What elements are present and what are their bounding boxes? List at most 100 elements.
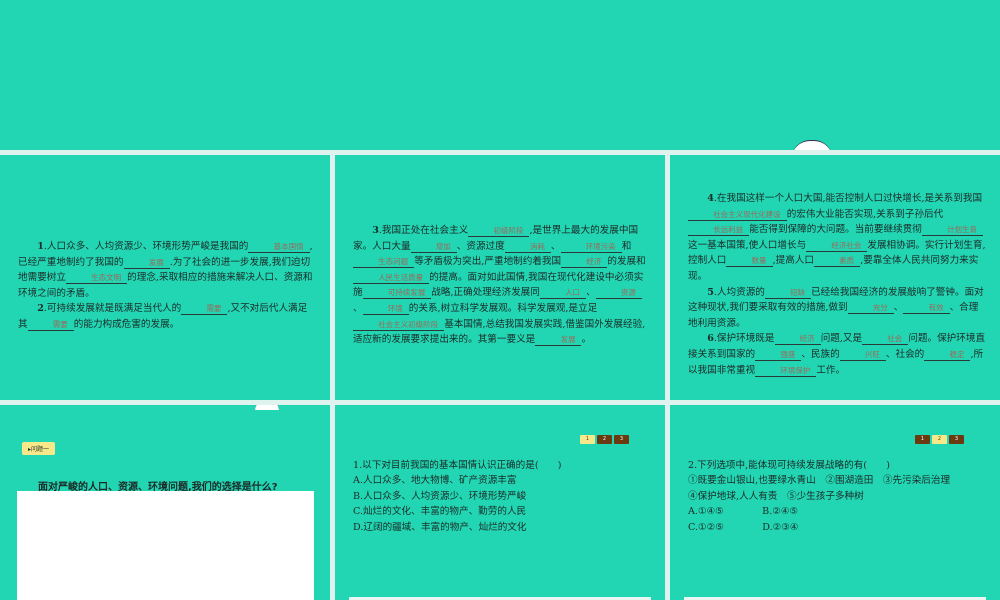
question-option: D.辽阔的疆域、丰富的物产、灿烂的文化 [353, 521, 527, 533]
page-button[interactable]: 2 [932, 435, 947, 444]
answer-blank: 强盛 [755, 349, 802, 361]
fill-blank-text: 1.人口众多、人均资源少、环境形势严峻是我国的 基本国情 ,已经严重地制约了我国的发… [18, 239, 316, 333]
text-segment: .在我国这样一个人口大国,能否控制人口过快增长,是关系到我国 [713, 193, 983, 204]
slide-thumbnail-1[interactable]: 1.人口众多、人均资源少、环境形势严峻是我国的 基本国情 ,已经严重地制约了我国的发… [0, 155, 330, 400]
paragraph: 6.保护环境既是 经济 问题,又是 社会 问题。保护环境直接关系到国家的 强盛 、民族的 兴旺… [688, 331, 986, 378]
slide-top-partial[interactable] [0, 0, 1000, 150]
page-button[interactable]: 3 [614, 435, 629, 444]
question-tag: ▸问题一 [22, 442, 56, 455]
answer-blank: 生态文明 [65, 272, 128, 285]
text-segment: 、民族的 [801, 348, 840, 360]
question-option: C.灿烂的文化、丰富的物产、勤劳的人民 [353, 506, 527, 518]
question-stem: 1.以下对目前我国的基本国情认识正确的是( ) [353, 460, 562, 471]
page-button[interactable]: 1 [915, 435, 930, 444]
text-segment: 。 [581, 334, 592, 346]
answer-blank: 资源 [595, 287, 642, 300]
answer-blank: 长远利益 [688, 224, 750, 237]
answer-blank: 环境保护 [755, 365, 817, 377]
slide-thumbnail-5[interactable]: 123 1.以下对目前我国的基本国情认识正确的是( ) A.人口众多、地大物博、矿… [335, 405, 665, 600]
mascot-head-icon [792, 140, 832, 150]
question-option: A.人口众多、地大物博、矿产资源丰富 [353, 475, 517, 487]
text-segment: 工作。 [816, 364, 846, 376]
slide-thumbnail-6[interactable]: 123 2.下列选项中,能体现可持续发展战略的有( ) ①既要金山银山,也要绿水青… [670, 405, 1000, 600]
slide-thumbnail-2[interactable]: 3.我国正处在社会主义 初级阶段 ,是世界上最大的发展中国家。人口大量 增加 、资源过度… [335, 155, 665, 400]
answer-blank: 环境 [362, 303, 409, 315]
page-button[interactable]: 2 [597, 435, 612, 444]
answer-box [17, 491, 314, 600]
text-segment: 1 [37, 241, 44, 252]
text-segment: 3 [372, 225, 379, 236]
text-segment: 、 [550, 240, 561, 252]
question-pager: 123 [915, 435, 964, 444]
question-body: 2.下列选项中,能体现可持续发展战略的有( ) ①既要金山银山,也要绿水青山 ②围… [688, 458, 950, 535]
text-segment: .我国正处在社会主义 [378, 225, 469, 236]
answer-blank: 有效 [903, 302, 950, 315]
answer-blank: 素质 [814, 255, 861, 268]
text-segment: ,提高人口 [772, 255, 814, 267]
text-segment: 5 [707, 286, 714, 298]
paragraph: 5.人均资源的 短缺 已经给我国经济的发展敲响了警钟。面对这种现状,我们要采取有效的… [688, 285, 986, 332]
answer-blank: 需要 [181, 303, 228, 316]
page-button[interactable]: 1 [580, 435, 595, 444]
answer-blank: 环境污染 [560, 241, 622, 253]
answer-blank: 充分 [847, 302, 894, 315]
question-option: ④保护地球,人人有责 ⑤少生孩子多种树 [688, 490, 864, 502]
text-segment: .保护环境既是 [713, 333, 775, 345]
answer-blank: 需要 [27, 319, 74, 331]
answer-blank: 增加 [410, 241, 457, 253]
answer-blank: 生态问题 [353, 256, 415, 269]
question-stem: 2.下列选项中,能体现可持续发展战略的有( ) [688, 460, 890, 471]
text-segment: 6 [707, 333, 714, 345]
page-button[interactable]: 3 [949, 435, 964, 444]
text-segment: 、 [353, 302, 363, 314]
answer-blank: 社会 [862, 333, 909, 346]
text-segment: 、 [586, 287, 596, 299]
fill-blank-text: 4.在我国这样一个人口大国,能否控制人口过快增长,是关系到我国社会主义现代化建设… [688, 191, 986, 378]
text-segment: 能否得到保障的大问题。当前要继续贯彻 [749, 224, 922, 236]
paragraph: 3.我国正处在社会主义 初级阶段 ,是世界上最大的发展中国家。人口大量 增加 、资源过度… [353, 223, 651, 348]
text-segment: 2 [37, 303, 44, 315]
answer-blank: 经济 [561, 256, 608, 269]
text-segment: 的能力构成危害的发展。 [73, 318, 180, 330]
mascot-head-icon [255, 405, 279, 410]
answer-blank: 经济 [774, 333, 821, 346]
text-segment: 、社会的 [885, 348, 925, 360]
answer-blank: 消耗 [504, 241, 551, 253]
text-segment: 战略,正确处理经济发展同 [431, 287, 540, 299]
question-option: ①既要金山银山,也要绿水青山 ②围湖造田 ③先污染后治理 [688, 475, 951, 487]
answer-blank: 经济社会 [806, 240, 868, 252]
answer-blank: 发展 [123, 257, 170, 269]
question-pager: 123 [580, 435, 629, 444]
question-option: B.人口众多、人均资源少、环境形势严峻 [353, 490, 527, 502]
answer-blank: 初级阶段 [468, 225, 530, 237]
answer-blank: 基本国情 [248, 241, 310, 253]
text-segment: 和 [621, 240, 632, 252]
text-segment: 问题,又是 [820, 333, 863, 345]
text-segment: 的宏伟大业能否实现,关系到子孙后代 [786, 208, 944, 220]
question-option: A.①④⑤ B.②④⑤ [688, 506, 799, 518]
answer-blank: 计划生育 [921, 224, 984, 237]
text-segment: 等矛盾极为突出,严重地制约着我国 [414, 256, 562, 268]
slide-thumbnail-4[interactable]: ▸问题一 面对严峻的人口、资源、环境问题,我们的选择是什么? [0, 405, 330, 600]
paragraph: 4.在我国这样一个人口大国,能否控制人口过快增长,是关系到我国社会主义现代化建设… [688, 191, 986, 285]
question-option: C.①②⑤ D.②③④ [688, 521, 799, 533]
text-segment: 4 [707, 193, 714, 204]
slide-thumbnail-3[interactable]: 4.在我国这样一个人口大国,能否控制人口过快增长,是关系到我国社会主义现代化建设… [670, 155, 1000, 400]
answer-blank: 社会主义现代化建设 [688, 209, 787, 221]
text-segment: 的发展和 [607, 256, 646, 268]
paragraph: 2.可持续发展就是既满足当代人的 需要 ,又不对后代人满足其 需要 的能力构成危害的发展… [18, 301, 316, 332]
text-segment: 、 [893, 302, 904, 314]
answer-blank: 社会主义初级阶段 [353, 319, 445, 331]
question-body: 1.以下对目前我国的基本国情认识正确的是( ) A.人口众多、地大物博、矿产资源丰… [353, 458, 562, 535]
text-segment: 、资源过度 [456, 240, 505, 252]
text-segment: 的关系,树立科学发展观。科学发展观,是立足 [408, 302, 598, 314]
text-segment: .人均资源的 [713, 286, 765, 298]
text-segment: 这一基本国策,使人口增长与 [688, 239, 807, 251]
paragraph: 1.人口众多、人均资源少、环境形势严峻是我国的 基本国情 ,已经严重地制约了我国的发… [18, 239, 316, 301]
answer-blank: 兴旺 [839, 349, 886, 361]
answer-blank: 短缺 [764, 287, 812, 299]
answer-blank: 发展 [535, 334, 582, 347]
fill-blank-text: 3.我国正处在社会主义 初级阶段 ,是世界上最大的发展中国家。人口大量 增加 、资源过度… [353, 223, 651, 348]
answer-blank: 人口 [539, 287, 587, 300]
answer-blank: 可持续发展 [362, 287, 432, 300]
